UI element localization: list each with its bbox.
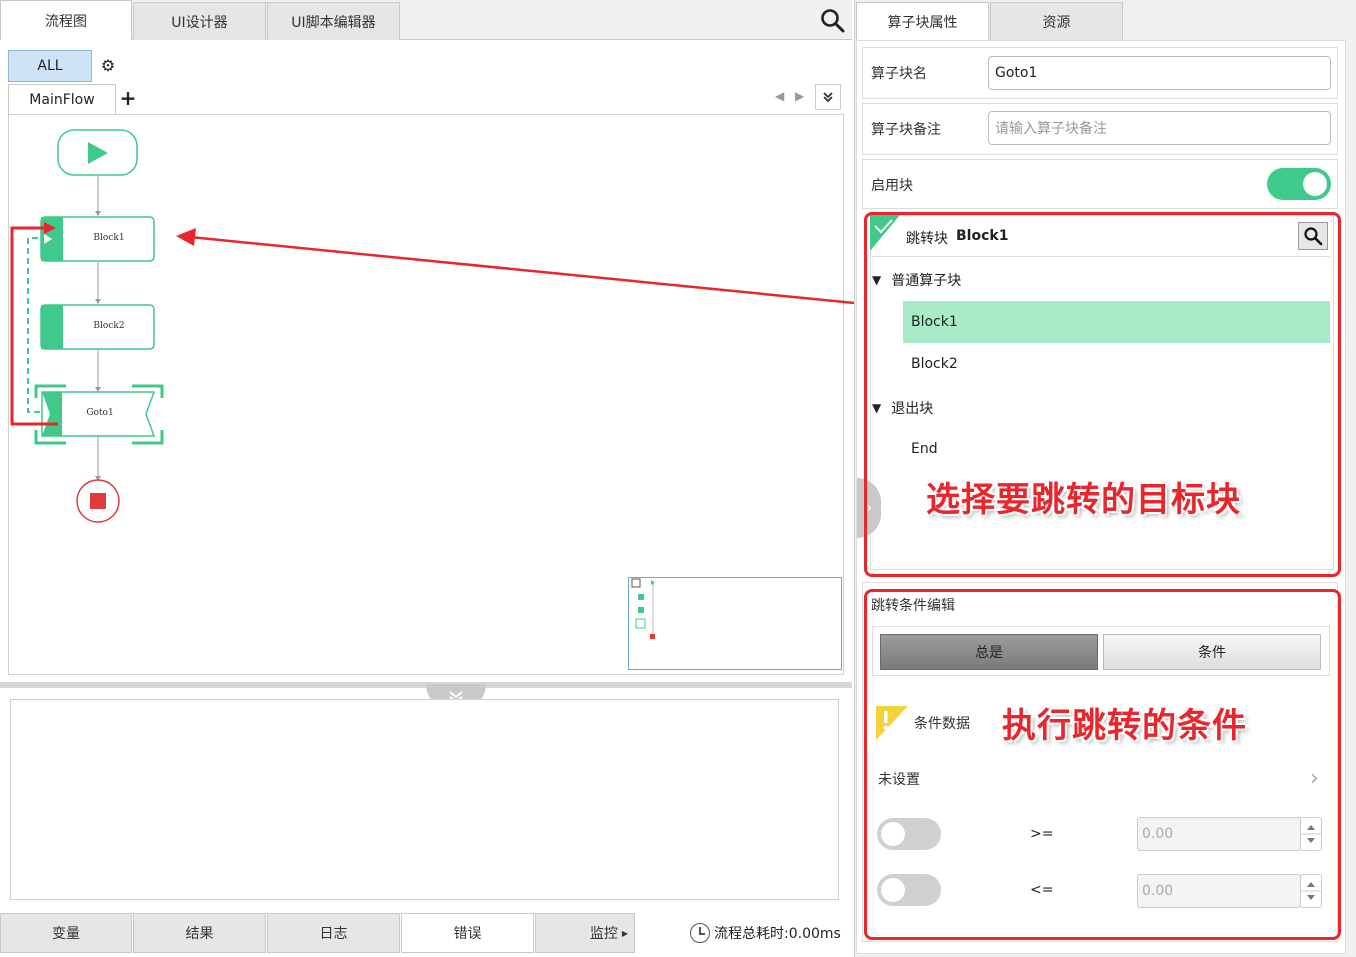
name-label: 算子块名	[871, 66, 927, 82]
tab-resources[interactable]: 资源	[990, 2, 1123, 40]
enable-toggle[interactable]	[1267, 168, 1331, 200]
annotation-frame-condition	[864, 589, 1341, 940]
block-note-input[interactable]: 请输入算子块备注	[988, 111, 1331, 145]
note-label: 算子块备注	[871, 122, 941, 138]
block-name-input[interactable]: Goto1	[988, 56, 1331, 90]
tab-block-properties[interactable]: 算子块属性	[856, 2, 989, 40]
annotation-frame-target	[864, 212, 1341, 577]
enable-label: 启用块	[871, 178, 913, 194]
